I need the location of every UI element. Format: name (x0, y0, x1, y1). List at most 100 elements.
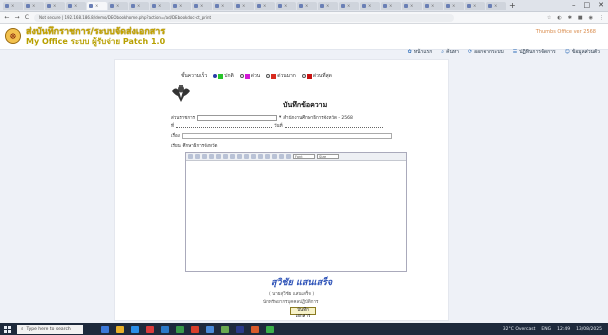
tab-close-icon[interactable]: × (389, 3, 392, 8)
outdent-icon[interactable] (258, 154, 263, 159)
tab-close-icon[interactable]: × (53, 3, 56, 8)
browser-tab[interactable]: × (24, 1, 44, 10)
forward-icon[interactable]: → (14, 14, 20, 21)
tab-close-icon[interactable]: × (284, 3, 287, 8)
taskbar-app-icon[interactable] (191, 325, 199, 333)
tab-close-icon[interactable]: × (326, 3, 329, 8)
tab-close-icon[interactable]: × (242, 3, 245, 8)
clock-date[interactable]: 13/08/2025 (576, 327, 602, 332)
taskbar-app-icon[interactable] (266, 325, 274, 333)
clock-time[interactable]: 12:49 (557, 327, 570, 332)
strikethrough-icon[interactable] (209, 154, 214, 159)
nav-home[interactable]: ✿ หน้าแรก (408, 48, 433, 56)
language-indicator[interactable]: ENG (541, 327, 551, 332)
browser-tab[interactable]: × (402, 1, 422, 10)
link-icon[interactable] (286, 154, 291, 159)
reload-icon[interactable]: C (24, 14, 30, 21)
radio-button[interactable] (239, 74, 244, 78)
nav-profile[interactable]: ☺ ข้อมูลส่วนตัว (565, 48, 600, 56)
taskbar-app-icon[interactable] (116, 325, 124, 333)
back-icon[interactable]: ← (4, 14, 10, 21)
tab-close-icon[interactable]: × (74, 3, 77, 8)
extension-icon[interactable]: ✱ (568, 15, 572, 21)
browser-tab[interactable]: × (234, 1, 254, 10)
italic-icon[interactable] (195, 154, 200, 159)
underline-icon[interactable] (202, 154, 207, 159)
taskbar-search-input[interactable]: ⌕ Type here to search (17, 324, 83, 334)
browser-tab[interactable]: × (381, 1, 401, 10)
tab-close-icon[interactable]: × (347, 3, 350, 8)
browser-tab[interactable]: × (108, 1, 128, 10)
extension-icon[interactable]: ◐ (557, 15, 561, 21)
profile-icon[interactable]: ◉ (589, 15, 593, 21)
browser-tab[interactable]: × (129, 1, 149, 10)
urgency-option-most-urgent[interactable]: ด่วนที่สุด (301, 72, 332, 80)
tab-close-icon[interactable]: × (263, 3, 266, 8)
font-select[interactable]: Font (293, 154, 315, 159)
tab-close-icon[interactable]: × (305, 3, 308, 8)
windows-start-icon[interactable] (4, 325, 11, 333)
tab-close-icon[interactable]: × (116, 3, 119, 8)
browser-tab[interactable]: × (465, 1, 485, 10)
tab-close-icon[interactable]: × (158, 3, 161, 8)
urgency-option-urgent[interactable]: ด่วน (239, 72, 260, 80)
browser-tab[interactable]: × (150, 1, 170, 10)
tab-close-icon[interactable]: × (452, 3, 455, 8)
taskbar-app-icon[interactable] (206, 325, 214, 333)
bookmark-star-icon[interactable]: ☆ (547, 15, 551, 21)
align-right-icon[interactable] (230, 154, 235, 159)
radio-button[interactable] (266, 74, 271, 78)
editor-text-area[interactable] (186, 161, 406, 271)
browser-tab[interactable]: × (276, 1, 296, 10)
redo-icon[interactable] (279, 154, 284, 159)
new-tab-button[interactable]: + (509, 1, 516, 10)
date-field[interactable] (284, 123, 383, 128)
browser-tab[interactable]: × (486, 1, 506, 10)
radio-button[interactable] (213, 74, 218, 78)
browser-tab[interactable]: × (297, 1, 317, 10)
tab-close-icon[interactable]: × (95, 3, 98, 8)
align-left-icon[interactable] (216, 154, 221, 159)
browser-tab[interactable]: × (3, 1, 23, 10)
browser-tab[interactable]: × (66, 1, 86, 10)
browser-tab[interactable]: × (87, 1, 107, 10)
tab-close-icon[interactable]: × (221, 3, 224, 8)
weather-text[interactable]: 32°C Overcast (503, 327, 536, 332)
bold-icon[interactable] (188, 154, 193, 159)
align-center-icon[interactable] (223, 154, 228, 159)
urgency-option-normal[interactable]: ปกติ (213, 72, 234, 80)
size-select[interactable]: Size (317, 154, 339, 159)
close-icon[interactable]: ✕ (598, 1, 604, 9)
urgency-option-very-urgent[interactable]: ด่วนมาก (266, 72, 296, 80)
maximize-icon[interactable]: □ (584, 1, 591, 9)
browser-tab[interactable]: × (444, 1, 464, 10)
taskbar-app-icon[interactable] (236, 325, 244, 333)
nav-search[interactable]: ⌕ ค้นหา (441, 48, 459, 56)
taskbar-app-icon[interactable] (176, 325, 184, 333)
taskbar-app-icon[interactable] (101, 325, 109, 333)
tab-close-icon[interactable]: × (410, 3, 413, 8)
justify-icon[interactable] (237, 154, 242, 159)
extension-icon[interactable]: ■ (578, 15, 583, 21)
agency-select[interactable] (197, 114, 278, 121)
ref-number-field[interactable] (175, 123, 272, 128)
taskbar-app-icon[interactable] (131, 325, 139, 333)
radio-button[interactable] (301, 74, 306, 78)
taskbar-app-icon[interactable] (221, 325, 229, 333)
browser-tab[interactable]: × (318, 1, 338, 10)
subject-input[interactable] (181, 132, 392, 139)
browser-tab[interactable]: × (171, 1, 191, 10)
browser-tab[interactable]: × (192, 1, 212, 10)
taskbar-app-icon[interactable] (161, 325, 169, 333)
browser-tab[interactable]: × (339, 1, 359, 10)
tab-close-icon[interactable]: × (494, 3, 497, 8)
undo-icon[interactable] (272, 154, 277, 159)
url-input[interactable]: Not secure | 192.168.186.8/demo/DEObookh… (34, 13, 454, 22)
tab-close-icon[interactable]: × (179, 3, 182, 8)
tab-close-icon[interactable]: × (200, 3, 203, 8)
browser-tab[interactable]: × (213, 1, 233, 10)
tab-close-icon[interactable]: × (11, 3, 14, 8)
nav-logout[interactable]: ⟳ ออกจากระบบ (468, 48, 504, 56)
indent-icon[interactable] (265, 154, 270, 159)
bullet-list-icon[interactable] (244, 154, 249, 159)
